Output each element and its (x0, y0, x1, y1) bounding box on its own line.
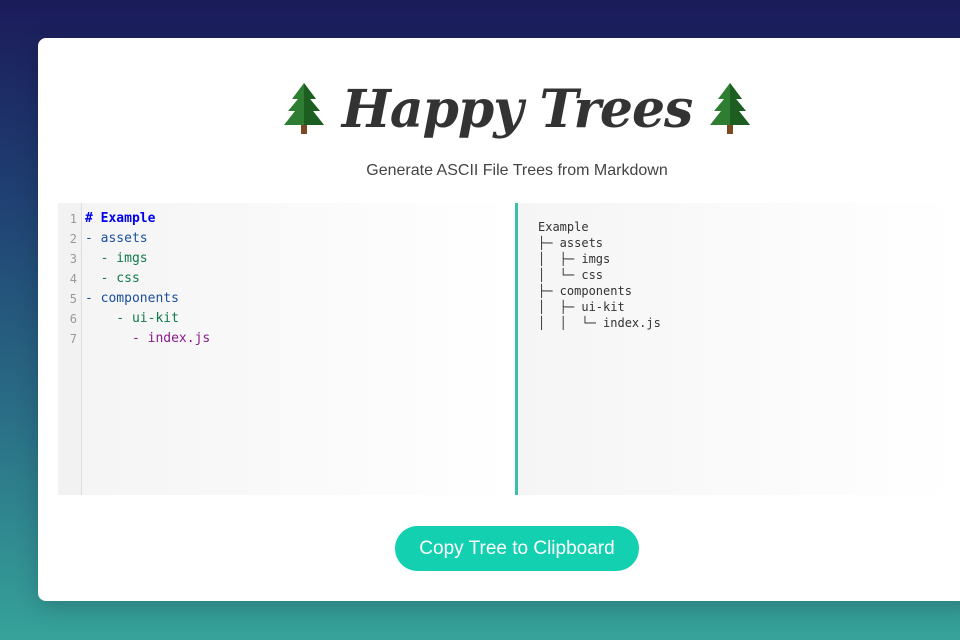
code-line[interactable]: - css (85, 269, 515, 289)
line-number: 4 (69, 272, 77, 286)
page-title: Happy Trees (341, 78, 694, 140)
code-line[interactable]: - components (85, 289, 515, 309)
line-number-gutter: 1 2 3 4 5 6 7 (58, 203, 82, 495)
copy-tree-button[interactable]: Copy Tree to Clipboard (395, 526, 639, 571)
main-card: Happy Trees Generate ASCII File Trees fr… (38, 38, 960, 601)
panes: 1 2 3 4 5 6 7 # Example - assets - imgs … (58, 203, 958, 495)
code-area[interactable]: # Example - assets - imgs - css - compon… (82, 203, 515, 495)
pine-tree-icon (710, 83, 751, 134)
code-line[interactable]: - assets (85, 229, 515, 249)
line-number: 7 (69, 332, 77, 346)
line-number: 1 (69, 212, 77, 226)
line-number: 6 (69, 312, 77, 326)
header: Happy Trees Generate ASCII File Trees fr… (38, 74, 960, 180)
code-line[interactable]: # Example (85, 209, 515, 229)
ascii-tree: Example ├─ assets │ ├─ imgs │ └─ css ├─ … (538, 220, 661, 330)
line-number: 5 (69, 292, 77, 306)
pine-tree-icon (283, 83, 324, 134)
tree-output: Example ├─ assets │ ├─ imgs │ └─ css ├─ … (518, 203, 958, 495)
page-subtitle: Generate ASCII File Trees from Markdown (366, 162, 668, 179)
code-line[interactable]: - index.js (85, 329, 515, 349)
title-row: Happy Trees (38, 74, 960, 144)
code-line[interactable]: - imgs (85, 249, 515, 269)
markdown-editor[interactable]: 1 2 3 4 5 6 7 # Example - assets - imgs … (58, 203, 518, 495)
code-line[interactable]: - ui-kit (85, 309, 515, 329)
line-number: 3 (69, 252, 77, 266)
line-number: 2 (69, 232, 77, 246)
